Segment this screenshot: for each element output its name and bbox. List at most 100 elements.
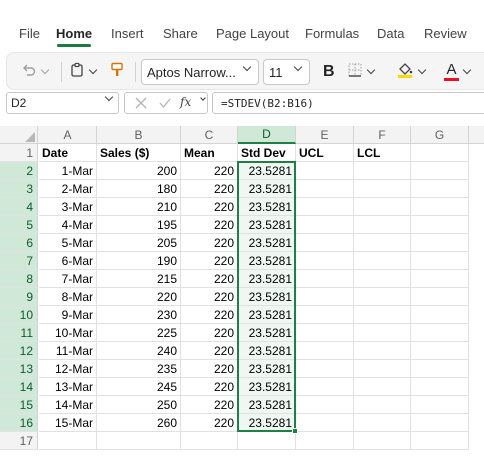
- data-cell[interactable]: [296, 198, 354, 216]
- data-cell[interactable]: [354, 270, 411, 288]
- data-cell[interactable]: [296, 162, 354, 180]
- data-cell[interactable]: [411, 324, 469, 342]
- data-cell[interactable]: 9-Mar: [39, 306, 97, 324]
- data-cell[interactable]: 220: [181, 306, 238, 324]
- column-header-b[interactable]: B: [97, 126, 181, 144]
- fill-handle[interactable]: [292, 428, 298, 434]
- data-cell[interactable]: 23.5281: [238, 324, 296, 342]
- data-cell[interactable]: 23.5281: [238, 360, 296, 378]
- data-cell[interactable]: 200: [97, 162, 181, 180]
- data-cell[interactable]: 240: [97, 342, 181, 360]
- data-cell[interactable]: 23.5281: [238, 180, 296, 198]
- data-cell[interactable]: 13-Mar: [39, 378, 97, 396]
- data-cell[interactable]: 215: [97, 270, 181, 288]
- tab-formulas[interactable]: Formulas: [305, 26, 359, 41]
- borders-button[interactable]: [347, 53, 376, 91]
- font-size-select[interactable]: 11: [263, 59, 310, 85]
- data-cell[interactable]: 12-Mar: [39, 360, 97, 378]
- data-cell[interactable]: [296, 288, 354, 306]
- data-cell[interactable]: 190: [97, 252, 181, 270]
- data-cell[interactable]: 23.5281: [238, 342, 296, 360]
- data-cell[interactable]: [411, 162, 469, 180]
- data-cell[interactable]: [296, 252, 354, 270]
- row-header[interactable]: 1: [0, 144, 38, 162]
- data-cell[interactable]: 5-Mar: [39, 234, 97, 252]
- data-cell[interactable]: 23.5281: [238, 306, 296, 324]
- data-cell[interactable]: 23.5281: [238, 396, 296, 414]
- undo-dropdown-icon[interactable]: [40, 65, 50, 75]
- data-cell[interactable]: 6-Mar: [39, 252, 97, 270]
- bold-button[interactable]: B: [323, 53, 335, 91]
- column-header-f[interactable]: F: [354, 126, 411, 144]
- data-cell[interactable]: 23.5281: [238, 162, 296, 180]
- data-cell[interactable]: [411, 378, 469, 396]
- row-header[interactable]: 15: [0, 396, 38, 414]
- data-cell[interactable]: [354, 252, 411, 270]
- header-cell[interactable]: Std Dev: [238, 144, 296, 162]
- font-name-select[interactable]: Aptos Narrow...: [141, 59, 259, 85]
- data-cell[interactable]: [354, 432, 411, 450]
- data-cell[interactable]: 210: [97, 198, 181, 216]
- header-cell[interactable]: LCL: [354, 144, 411, 162]
- data-cell[interactable]: [411, 180, 469, 198]
- data-cell[interactable]: 220: [181, 180, 238, 198]
- data-cell[interactable]: [296, 234, 354, 252]
- column-header-d[interactable]: D: [238, 126, 296, 144]
- select-all-corner[interactable]: [0, 126, 38, 144]
- data-cell[interactable]: [354, 396, 411, 414]
- font-color-button[interactable]: A: [444, 53, 472, 91]
- data-cell[interactable]: [354, 342, 411, 360]
- data-cell[interactable]: [411, 414, 469, 432]
- data-cell[interactable]: [411, 306, 469, 324]
- data-cell[interactable]: 23.5281: [238, 216, 296, 234]
- data-cell[interactable]: [39, 432, 97, 450]
- row-header[interactable]: 5: [0, 216, 38, 234]
- data-cell[interactable]: 220: [181, 198, 238, 216]
- data-cell[interactable]: [296, 432, 354, 450]
- row-header[interactable]: 17: [0, 432, 38, 450]
- column-header-g[interactable]: G: [411, 126, 469, 144]
- data-cell[interactable]: 23.5281: [238, 378, 296, 396]
- data-cell[interactable]: [411, 432, 469, 450]
- data-cell[interactable]: 14-Mar: [39, 396, 97, 414]
- tab-home[interactable]: Home: [56, 26, 92, 41]
- data-cell[interactable]: 7-Mar: [39, 270, 97, 288]
- column-header-e[interactable]: E: [296, 126, 354, 144]
- data-cell[interactable]: 220: [181, 234, 238, 252]
- data-cell[interactable]: 260: [97, 414, 181, 432]
- data-cell[interactable]: [354, 216, 411, 234]
- data-cell[interactable]: [354, 288, 411, 306]
- tab-share[interactable]: Share: [163, 26, 198, 41]
- row-header[interactable]: 13: [0, 360, 38, 378]
- data-cell[interactable]: 3-Mar: [39, 198, 97, 216]
- data-cell[interactable]: 220: [181, 342, 238, 360]
- row-header[interactable]: 3: [0, 180, 38, 198]
- undo-button[interactable]: [21, 53, 50, 91]
- row-header[interactable]: 16: [0, 414, 38, 432]
- data-cell[interactable]: 23.5281: [238, 288, 296, 306]
- data-cell[interactable]: [411, 342, 469, 360]
- data-cell[interactable]: [354, 378, 411, 396]
- data-cell[interactable]: [296, 414, 354, 432]
- data-cell[interactable]: 8-Mar: [39, 288, 97, 306]
- data-cell[interactable]: [411, 198, 469, 216]
- header-cell[interactable]: Sales ($): [97, 144, 181, 162]
- data-cell[interactable]: [411, 270, 469, 288]
- data-cell[interactable]: 230: [97, 306, 181, 324]
- data-cell[interactable]: [354, 306, 411, 324]
- header-cell[interactable]: UCL: [296, 144, 354, 162]
- data-cell[interactable]: 225: [97, 324, 181, 342]
- data-cell[interactable]: 180: [97, 180, 181, 198]
- data-cell[interactable]: [296, 306, 354, 324]
- header-cell[interactable]: Date: [39, 144, 97, 162]
- data-cell[interactable]: 220: [181, 396, 238, 414]
- row-header[interactable]: 14: [0, 378, 38, 396]
- row-header[interactable]: 7: [0, 252, 38, 270]
- data-cell[interactable]: [296, 342, 354, 360]
- row-header[interactable]: 4: [0, 198, 38, 216]
- data-cell[interactable]: 23.5281: [238, 198, 296, 216]
- data-cell[interactable]: [296, 180, 354, 198]
- data-cell[interactable]: 11-Mar: [39, 342, 97, 360]
- data-cell[interactable]: [296, 396, 354, 414]
- data-cell[interactable]: [181, 432, 238, 450]
